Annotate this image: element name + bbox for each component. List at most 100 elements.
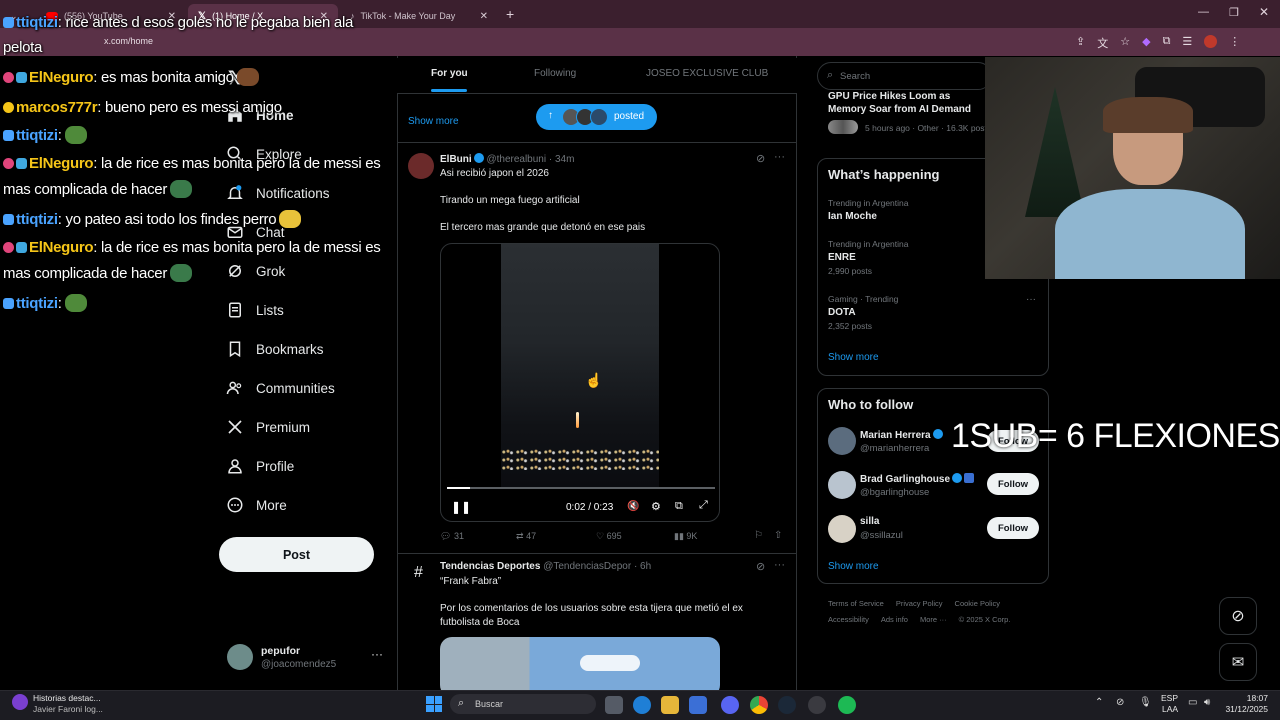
star-icon[interactable]: ☆ [1120,35,1130,51]
chevron-up-icon[interactable]: ⌃ [1095,697,1103,708]
network-icon[interactable]: ⊘ [1116,697,1124,708]
video-player[interactable]: ❚❚ 0:02 / 0:23 🔇 ⚙ ⧉ ⤢ [440,243,720,522]
follow-button[interactable]: Follow [987,517,1039,539]
share-icon[interactable]: ⇧ [774,530,782,541]
more-horizontal-icon[interactable]: ··· [774,151,785,163]
nav-notifications[interactable]: Notifications [226,184,330,202]
author-handle[interactable]: @therealbuni [486,154,546,165]
tweet-time[interactable]: · 34m [549,154,575,165]
store-icon[interactable] [689,696,707,714]
nav-communities[interactable]: Communities [226,379,335,397]
close-icon[interactable]: ✕ [480,11,488,22]
author-name[interactable]: Tendencias Deportes [440,561,540,572]
microphone-icon[interactable]: 🎙︎ [1139,697,1152,708]
task-view-icon[interactable] [605,696,623,714]
like-button[interactable]: ♡ 695 [596,531,622,542]
mute-icon[interactable]: 🔇 [627,501,639,512]
avatar[interactable] [828,427,856,455]
tab-following[interactable]: Following [534,68,576,79]
pause-icon[interactable]: ❚❚ [451,500,471,514]
footer-link[interactable]: More ··· [920,615,947,624]
tweet[interactable]: # Tendencias Deportes @TendenciasDepor ·… [398,554,796,690]
clock-time[interactable]: 18:07 [1220,693,1268,703]
follow-name[interactable]: silla [860,516,879,527]
puzzle-icon[interactable]: ⧉ [1163,35,1171,51]
post-button[interactable]: Post [219,537,374,572]
grok-icon[interactable]: ⊘ [756,152,765,165]
avatar[interactable] [1204,35,1218,48]
nav-premium[interactable]: Premium [226,418,310,436]
bookmark-icon[interactable]: ⚐ [754,530,763,541]
search-input[interactable]: Search [840,71,870,82]
volume-icon[interactable]: 🔊︎ [1204,697,1210,708]
tweet-image[interactable] [440,637,720,690]
display-icon[interactable]: ▭ [1188,697,1197,708]
tab-joseo-exclusive-club[interactable]: JOSEO EXCLUSIVE CLUB [646,68,768,79]
clock-date[interactable]: 31/12/2025 [1220,704,1268,714]
show-more-link[interactable]: Show more [828,561,879,572]
mail-icon[interactable]: ✉ [1219,643,1257,681]
more-horizontal-icon[interactable]: ··· [371,647,383,661]
avatar[interactable] [408,153,434,179]
chrome-icon[interactable] [750,696,768,714]
follow-button[interactable]: Follow [987,473,1039,495]
search-input[interactable]: Buscar [475,699,503,709]
settings-icon[interactable]: ⚙ [651,500,661,513]
account-switcher[interactable]: pepufor @joacomendez5 ··· [227,644,387,676]
nav-more[interactable]: More [226,496,287,514]
tab-tiktok[interactable]: ♪ TikTok - Make Your Day ✕ [340,4,498,28]
nav-profile[interactable]: Profile [226,457,294,475]
trend-item[interactable]: Gaming · Trending DOTA 2,352 posts ··· [828,294,1040,331]
steam-icon[interactable] [778,696,796,714]
kebab-menu-icon[interactable]: ⋮ [1229,35,1240,51]
nav-grok[interactable]: Grok [226,262,285,280]
footer-link[interactable]: Cookie Policy [955,599,1000,608]
tweet[interactable]: ElBuni @therealbuni · 34m ⊘ ··· Asi reci… [398,143,796,553]
translate-icon[interactable]: 文 [1097,35,1108,51]
new-tab-button[interactable]: + [506,6,514,22]
tweet-time[interactable]: · 6h [634,561,651,572]
author-handle[interactable]: @TendenciasDepor [543,561,631,572]
language-indicator[interactable]: ESP [1161,693,1178,703]
nav-bookmarks[interactable]: Bookmarks [226,340,324,358]
install-icon[interactable]: ⇪ [1076,35,1085,51]
footer-link[interactable]: Accessibility [828,615,869,624]
maximize-button[interactable]: ❐ [1229,6,1239,19]
fullscreen-icon[interactable]: ⤢ [699,499,708,512]
video-progress-track[interactable] [447,487,715,489]
edge-icon[interactable] [633,696,651,714]
more-horizontal-icon[interactable]: ··· [774,559,785,571]
show-more-link[interactable]: Show more [408,116,459,127]
views-button[interactable]: ▮▮ 9K [674,531,697,542]
minimize-button[interactable]: — [1198,6,1209,18]
windows-start-icon[interactable] [426,696,442,712]
news-title[interactable]: GPU Price Hikes Loom as Memory Soar from… [828,90,988,116]
app-icon[interactable] [808,696,826,714]
taskbar-search[interactable]: ⌕ Buscar [450,694,596,714]
author-name[interactable]: ElBuni [440,154,472,165]
window-close-button[interactable]: ✕ [1259,5,1269,19]
footer-link[interactable]: Ads info [881,615,908,624]
follow-name[interactable]: Marian Herrera [860,429,943,441]
avatar[interactable] [828,515,856,543]
file-explorer-icon[interactable] [661,696,679,714]
picture-in-picture-icon[interactable]: ⧉ [675,500,683,513]
grok-icon[interactable]: ⊘ [756,560,765,573]
spotify-icon[interactable] [838,696,856,714]
extension-icon[interactable]: ◆ [1142,35,1150,51]
media-icon[interactable]: ☰ [1182,35,1192,51]
footer-link[interactable]: Privacy Policy [896,599,943,608]
reply-button[interactable]: 💬︎ 31 [440,531,464,542]
discord-icon[interactable] [721,696,739,714]
news-widget-icon[interactable] [12,694,28,710]
avatar[interactable] [828,471,856,499]
tab-for-you[interactable]: For you [431,68,468,79]
repost-button[interactable]: ⇄ 47 [516,531,536,542]
url-input[interactable]: x.com/home [104,36,153,46]
search-box[interactable]: ⌕ Search [817,62,992,90]
nav-lists[interactable]: Lists [226,301,284,319]
grok-icon[interactable]: ⊘ [1219,597,1257,635]
show-more-link[interactable]: Show more [828,352,879,363]
new-posts-pill[interactable]: ↑ posted [536,104,657,130]
footer-link[interactable]: Terms of Service [828,599,884,608]
